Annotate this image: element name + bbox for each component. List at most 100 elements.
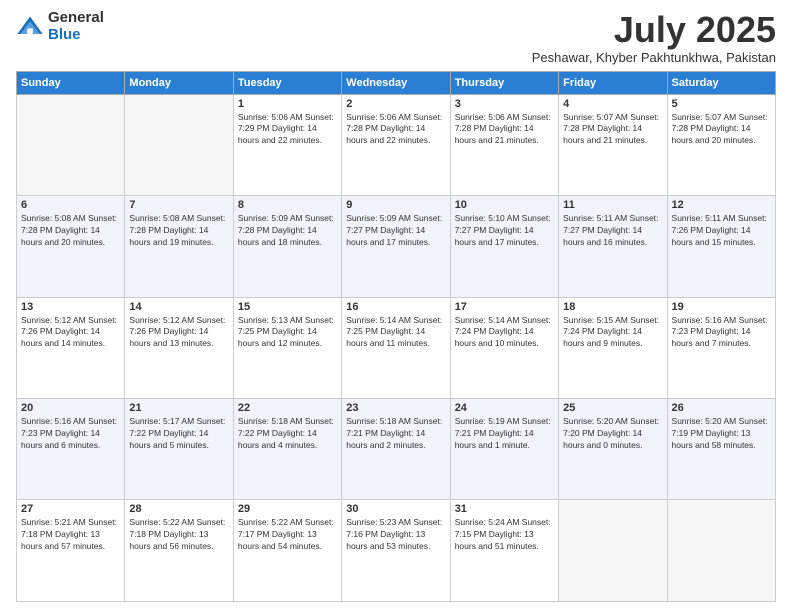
page: General Blue July 2025 Peshawar, Khyber … (0, 0, 792, 612)
day-info: Sunrise: 5:09 AM Sunset: 7:27 PM Dayligh… (346, 213, 445, 249)
table-row: 9 Sunrise: 5:09 AM Sunset: 7:27 PM Daylig… (342, 196, 450, 297)
calendar-week-row: 27 Sunrise: 5:21 AM Sunset: 7:18 PM Dayli… (17, 500, 776, 602)
col-wednesday: Wednesday (342, 71, 450, 94)
day-number: 3 (455, 98, 554, 110)
day-number: 24 (455, 402, 554, 414)
day-number: 27 (21, 503, 120, 515)
day-number: 20 (21, 402, 120, 414)
calendar-week-row: 13 Sunrise: 5:12 AM Sunset: 7:26 PM Dayli… (17, 297, 776, 398)
day-info: Sunrise: 5:09 AM Sunset: 7:28 PM Dayligh… (238, 213, 337, 249)
day-number: 21 (129, 402, 228, 414)
day-info: Sunrise: 5:11 AM Sunset: 7:27 PM Dayligh… (563, 213, 662, 249)
calendar-week-row: 1Sunrise: 5:06 AM Sunset: 7:29 PM Daylig… (17, 94, 776, 195)
calendar-week-row: 20 Sunrise: 5:16 AM Sunset: 7:23 PM Dayli… (17, 399, 776, 500)
day-info: Sunrise: 5:16 AM Sunset: 7:23 PM Dayligh… (21, 416, 120, 452)
table-row: 13 Sunrise: 5:12 AM Sunset: 7:26 PM Dayli… (17, 297, 125, 398)
table-row: 28 Sunrise: 5:22 AM Sunset: 7:18 PM Dayli… (125, 500, 233, 602)
day-info: Sunrise: 5:14 AM Sunset: 7:25 PM Dayligh… (346, 315, 445, 351)
day-number: 31 (455, 503, 554, 515)
day-info: Sunrise: 5:23 AM Sunset: 7:16 PM Dayligh… (346, 517, 445, 553)
table-row: 6Sunrise: 5:08 AM Sunset: 7:28 PM Daylig… (17, 196, 125, 297)
day-info: Sunrise: 5:07 AM Sunset: 7:28 PM Dayligh… (672, 112, 771, 148)
table-row: 19Sunrise: 5:16 AM Sunset: 7:23 PM Dayli… (667, 297, 775, 398)
table-row (667, 500, 775, 602)
table-row: 7Sunrise: 5:08 AM Sunset: 7:28 PM Daylig… (125, 196, 233, 297)
table-row (125, 94, 233, 195)
table-row: 15 Sunrise: 5:13 AM Sunset: 7:25 PM Dayli… (233, 297, 341, 398)
day-info: Sunrise: 5:22 AM Sunset: 7:17 PM Dayligh… (238, 517, 337, 553)
table-row: 8 Sunrise: 5:09 AM Sunset: 7:28 PM Daylig… (233, 196, 341, 297)
day-info: Sunrise: 5:12 AM Sunset: 7:26 PM Dayligh… (129, 315, 228, 351)
day-number: 22 (238, 402, 337, 414)
table-row: 11 Sunrise: 5:11 AM Sunset: 7:27 PM Dayli… (559, 196, 667, 297)
day-info: Sunrise: 5:11 AM Sunset: 7:26 PM Dayligh… (672, 213, 771, 249)
table-row: 1Sunrise: 5:06 AM Sunset: 7:29 PM Daylig… (233, 94, 341, 195)
day-number: 17 (455, 301, 554, 313)
day-number: 8 (238, 199, 337, 211)
table-row: 12Sunrise: 5:11 AM Sunset: 7:26 PM Dayli… (667, 196, 775, 297)
table-row: 5 Sunrise: 5:07 AM Sunset: 7:28 PM Daylig… (667, 94, 775, 195)
table-row: 20 Sunrise: 5:16 AM Sunset: 7:23 PM Dayli… (17, 399, 125, 500)
table-row: 22 Sunrise: 5:18 AM Sunset: 7:22 PM Dayli… (233, 399, 341, 500)
day-number: 25 (563, 402, 662, 414)
day-number: 1 (238, 98, 337, 110)
calendar-week-row: 6 Sunrise: 5:08 AM Sunset: 7:28 PM Daylig… (17, 196, 776, 297)
logo-general-text: General (48, 10, 104, 27)
table-row: 2Sunrise: 5:06 AM Sunset: 7:28 PM Daylig… (342, 94, 450, 195)
day-number: 18 (563, 301, 662, 313)
day-number: 5 (672, 98, 771, 110)
day-number: 11 (563, 199, 662, 211)
day-info: Sunrise: 5:08 AM Sunset: 7:28 PM Dayligh… (129, 213, 228, 249)
col-friday: Friday (559, 71, 667, 94)
day-info: Sunrise: 5:21 AM Sunset: 7:18 PM Dayligh… (21, 517, 120, 553)
day-info: Sunrise: 5:17 AM Sunset: 7:22 PM Dayligh… (129, 416, 228, 452)
day-info: Sunrise: 5:10 AM Sunset: 7:27 PM Dayligh… (455, 213, 554, 249)
day-info: Sunrise: 5:22 AM Sunset: 7:18 PM Dayligh… (129, 517, 228, 553)
day-info: Sunrise: 5:20 AM Sunset: 7:20 PM Dayligh… (563, 416, 662, 452)
table-row: 3 Sunrise: 5:06 AM Sunset: 7:28 PM Daylig… (450, 94, 558, 195)
day-info: Sunrise: 5:18 AM Sunset: 7:22 PM Dayligh… (238, 416, 337, 452)
table-row (559, 500, 667, 602)
day-info: Sunrise: 5:06 AM Sunset: 7:28 PM Dayligh… (455, 112, 554, 148)
table-row: 21 Sunrise: 5:17 AM Sunset: 7:22 PM Dayli… (125, 399, 233, 500)
col-monday: Monday (125, 71, 233, 94)
day-info: Sunrise: 5:12 AM Sunset: 7:26 PM Dayligh… (21, 315, 120, 351)
day-number: 2 (346, 98, 445, 110)
day-number: 15 (238, 301, 337, 313)
table-row: 14Sunrise: 5:12 AM Sunset: 7:26 PM Dayli… (125, 297, 233, 398)
day-number: 13 (21, 301, 120, 313)
day-number: 10 (455, 199, 554, 211)
day-info: Sunrise: 5:07 AM Sunset: 7:28 PM Dayligh… (563, 112, 662, 148)
col-tuesday: Tuesday (233, 71, 341, 94)
day-number: 16 (346, 301, 445, 313)
logo-text: General Blue (48, 10, 104, 43)
day-number: 6 (21, 199, 120, 211)
day-info: Sunrise: 5:20 AM Sunset: 7:19 PM Dayligh… (672, 416, 771, 452)
table-row: 30Sunrise: 5:23 AM Sunset: 7:16 PM Dayli… (342, 500, 450, 602)
day-info: Sunrise: 5:15 AM Sunset: 7:24 PM Dayligh… (563, 315, 662, 351)
table-row: 31Sunrise: 5:24 AM Sunset: 7:15 PM Dayli… (450, 500, 558, 602)
table-row: 27 Sunrise: 5:21 AM Sunset: 7:18 PM Dayli… (17, 500, 125, 602)
day-number: 23 (346, 402, 445, 414)
table-row: 18 Sunrise: 5:15 AM Sunset: 7:24 PM Dayli… (559, 297, 667, 398)
day-number: 28 (129, 503, 228, 515)
table-row: 4 Sunrise: 5:07 AM Sunset: 7:28 PM Daylig… (559, 94, 667, 195)
day-number: 26 (672, 402, 771, 414)
table-row: 29Sunrise: 5:22 AM Sunset: 7:17 PM Dayli… (233, 500, 341, 602)
table-row: 10 Sunrise: 5:10 AM Sunset: 7:27 PM Dayli… (450, 196, 558, 297)
calendar-header-row: Sunday Monday Tuesday Wednesday Thursday… (17, 71, 776, 94)
day-info: Sunrise: 5:13 AM Sunset: 7:25 PM Dayligh… (238, 315, 337, 351)
table-row: 16 Sunrise: 5:14 AM Sunset: 7:25 PM Dayli… (342, 297, 450, 398)
day-number: 4 (563, 98, 662, 110)
table-row: 25 Sunrise: 5:20 AM Sunset: 7:20 PM Dayli… (559, 399, 667, 500)
header: General Blue July 2025 Peshawar, Khyber … (16, 10, 776, 65)
day-info: Sunrise: 5:19 AM Sunset: 7:21 PM Dayligh… (455, 416, 554, 452)
table-row: 23Sunrise: 5:18 AM Sunset: 7:21 PM Dayli… (342, 399, 450, 500)
day-info: Sunrise: 5:16 AM Sunset: 7:23 PM Dayligh… (672, 315, 771, 351)
col-thursday: Thursday (450, 71, 558, 94)
table-row: 26 Sunrise: 5:20 AM Sunset: 7:19 PM Dayli… (667, 399, 775, 500)
month-title: July 2025 (532, 10, 776, 50)
logo-icon (16, 13, 44, 41)
col-saturday: Saturday (667, 71, 775, 94)
day-number: 9 (346, 199, 445, 211)
